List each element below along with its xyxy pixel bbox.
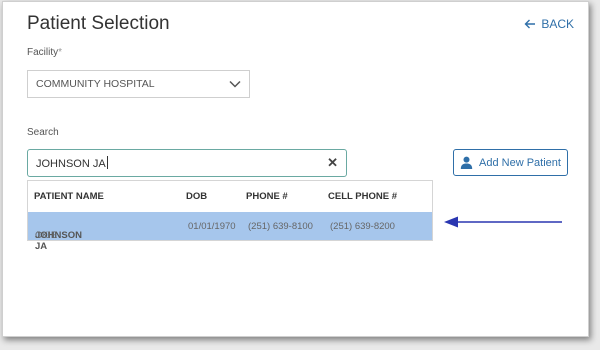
dialog-title: Patient Selection (27, 13, 170, 34)
column-header-phone: PHONE # (246, 191, 288, 202)
back-label: BACK (541, 17, 574, 31)
cell-phone-cell: (251) 639-8200 (330, 221, 395, 232)
patient-name-rest: CKIE (35, 230, 58, 241)
phone-cell: (251) 639-8100 (248, 221, 313, 232)
add-new-patient-label: Add New Patient (479, 156, 561, 169)
facility-select[interactable]: COMMUNITY HOSPITAL (27, 70, 250, 98)
clear-icon[interactable]: ✕ (327, 155, 338, 171)
patient-selection-dialog: Patient Selection BACK Facility* COMMUNI… (2, 1, 589, 337)
table-header: PATIENT NAME DOB PHONE # CELL PHONE # (28, 181, 432, 213)
arrow-left-icon (524, 19, 536, 29)
column-header-patient-name: PATIENT NAME (34, 191, 104, 202)
annotation-arrow-icon (444, 216, 562, 228)
person-icon (460, 156, 473, 169)
facility-select-value: COMMUNITY HOSPITAL (36, 78, 155, 90)
text-caret (106, 156, 108, 170)
search-results-table: PATIENT NAME DOB PHONE # CELL PHONE # JO… (27, 180, 433, 252)
search-input-value-wrap: JOHNSON JA (36, 154, 108, 172)
table-row[interactable]: JOHNSON JA CKIE 01/01/1970 (251) 639-8100… (28, 212, 432, 252)
dob-cell: 01/01/1970 (188, 221, 236, 232)
facility-label: Facility* (27, 47, 63, 58)
back-link[interactable]: BACK (524, 17, 574, 31)
chevron-down-icon (229, 80, 241, 88)
required-mark: * (58, 47, 63, 58)
search-input-value: JOHNSON JA (36, 158, 106, 170)
add-new-patient-button[interactable]: Add New Patient (453, 149, 568, 176)
column-header-cell-phone: CELL PHONE # (328, 191, 397, 202)
column-header-dob: DOB (186, 191, 208, 202)
search-input[interactable]: JOHNSON JA ✕ (27, 149, 347, 177)
search-label: Search (27, 127, 59, 138)
